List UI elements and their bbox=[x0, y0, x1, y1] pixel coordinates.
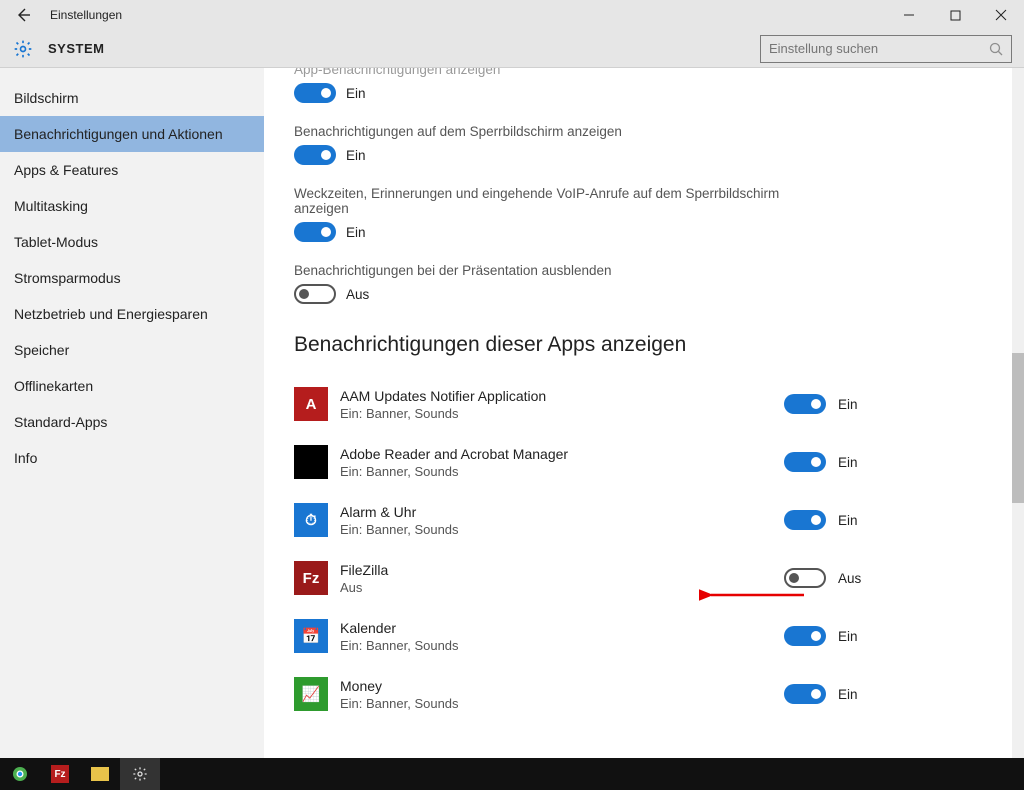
sidebar-item-offlinekarten[interactable]: Offlinekarten bbox=[0, 368, 264, 404]
app-toggle-state: Ein bbox=[838, 513, 858, 528]
gear-icon bbox=[12, 38, 34, 60]
setting-hide-during-presentation: Benachrichtigungen bei der Präsentation … bbox=[294, 263, 814, 307]
app-meta: Adobe Reader and Acrobat Manager Ein: Ban… bbox=[340, 446, 784, 479]
toggle-state: Ein bbox=[346, 86, 366, 101]
app-sub: Ein: Banner, Sounds bbox=[340, 522, 784, 537]
scrollbar-thumb[interactable] bbox=[1012, 353, 1024, 503]
app-toggle-group: Ein bbox=[784, 394, 894, 414]
sidebar-item-apps-features[interactable]: Apps & Features bbox=[0, 152, 264, 188]
app-meta: AAM Updates Notifier Application Ein: Ban… bbox=[340, 388, 784, 421]
app-name: Kalender bbox=[340, 620, 784, 636]
app-name: Adobe Reader and Acrobat Manager bbox=[340, 446, 784, 462]
apps-list: A AAM Updates Notifier Application Ein: Ba… bbox=[294, 375, 1010, 723]
sidebar-item-bildschirm[interactable]: Bildschirm bbox=[0, 80, 264, 116]
app-toggle[interactable] bbox=[784, 568, 826, 588]
app-sub: Ein: Banner, Sounds bbox=[340, 696, 784, 711]
taskbar-explorer[interactable] bbox=[80, 758, 120, 790]
setting-app-notifications: App-Benachrichtigungen anzeigen Ein bbox=[294, 68, 814, 106]
taskbar: Fz bbox=[0, 758, 1024, 790]
sidebar-item-benachrichtigungen[interactable]: Benachrichtigungen und Aktionen bbox=[0, 116, 264, 152]
app-toggle[interactable] bbox=[784, 626, 826, 646]
app-icon: 📈 bbox=[294, 677, 328, 711]
maximize-button[interactable] bbox=[932, 0, 978, 30]
app-meta: Kalender Ein: Banner, Sounds bbox=[340, 620, 784, 653]
app-sub: Ein: Banner, Sounds bbox=[340, 464, 784, 479]
sidebar-item-speicher[interactable]: Speicher bbox=[0, 332, 264, 368]
minimize-button[interactable] bbox=[886, 0, 932, 30]
setting-alarms-lockscreen: Weckzeiten, Erinnerungen und eingehende … bbox=[294, 186, 814, 245]
toggle-hide-during-presentation[interactable] bbox=[294, 284, 336, 304]
app-icon: A bbox=[294, 387, 328, 421]
app-toggle-group: Ein bbox=[784, 510, 894, 530]
app-icon: Fz bbox=[294, 561, 328, 595]
sidebar-item-multitasking[interactable]: Multitasking bbox=[0, 188, 264, 224]
app-icon bbox=[294, 445, 328, 479]
app-toggle[interactable] bbox=[784, 394, 826, 414]
apps-section-title: Benachrichtigungen dieser Apps anzeigen bbox=[294, 333, 1010, 357]
settings-scroll[interactable]: App-Benachrichtigungen anzeigen Ein Bena… bbox=[264, 68, 1010, 758]
app-icon: ⏱ bbox=[294, 503, 328, 537]
app-sub: Ein: Banner, Sounds bbox=[340, 406, 784, 421]
section-name: SYSTEM bbox=[48, 41, 104, 56]
app-toggle-group: Ein bbox=[784, 684, 894, 704]
app-sub: Ein: Banner, Sounds bbox=[340, 638, 784, 653]
sidebar-item-standard-apps[interactable]: Standard-Apps bbox=[0, 404, 264, 440]
app-row[interactable]: A AAM Updates Notifier Application Ein: Ba… bbox=[294, 375, 894, 433]
app-sub: Aus bbox=[340, 580, 784, 595]
search-icon bbox=[989, 42, 1003, 56]
app-toggle[interactable] bbox=[784, 452, 826, 472]
sidebar-item-info[interactable]: Info bbox=[0, 440, 264, 476]
app-toggle-state: Aus bbox=[838, 571, 861, 586]
app-icon: 📅 bbox=[294, 619, 328, 653]
app-toggle-group: Aus bbox=[784, 568, 894, 588]
app-name: Money bbox=[340, 678, 784, 694]
search-input[interactable] bbox=[769, 41, 989, 56]
toggle-alarms-lockscreen[interactable] bbox=[294, 222, 336, 242]
app-toggle[interactable] bbox=[784, 684, 826, 704]
search-box[interactable] bbox=[760, 35, 1012, 63]
app-name: FileZilla bbox=[340, 562, 784, 578]
titlebar: Einstellungen bbox=[0, 0, 1024, 30]
app-toggle[interactable] bbox=[784, 510, 826, 530]
back-button[interactable] bbox=[0, 0, 46, 30]
app-meta: Alarm & Uhr Ein: Banner, Sounds bbox=[340, 504, 784, 537]
toggle-state: Aus bbox=[346, 287, 369, 302]
sidebar-item-netzbetrieb[interactable]: Netzbetrieb und Energiesparen bbox=[0, 296, 264, 332]
body: Bildschirm Benachrichtigungen und Aktion… bbox=[0, 68, 1024, 758]
toggle-app-notifications[interactable] bbox=[294, 83, 336, 103]
close-button[interactable] bbox=[978, 0, 1024, 30]
toggle-state: Ein bbox=[346, 225, 366, 240]
app-meta: Money Ein: Banner, Sounds bbox=[340, 678, 784, 711]
setting-lockscreen-notifications: Benachrichtigungen auf dem Sperrbildschi… bbox=[294, 124, 814, 168]
toggle-state: Ein bbox=[346, 148, 366, 163]
app-toggle-state: Ein bbox=[838, 629, 858, 644]
taskbar-chrome[interactable] bbox=[0, 758, 40, 790]
app-name: AAM Updates Notifier Application bbox=[340, 388, 784, 404]
app-row[interactable]: Fz FileZilla Aus Aus bbox=[294, 549, 894, 607]
app-toggle-state: Ein bbox=[838, 455, 858, 470]
app-row[interactable]: Adobe Reader and Acrobat Manager Ein: Ban… bbox=[294, 433, 894, 491]
app-toggle-state: Ein bbox=[838, 397, 858, 412]
sidebar: Bildschirm Benachrichtigungen und Aktion… bbox=[0, 68, 264, 758]
taskbar-settings[interactable] bbox=[120, 758, 160, 790]
sidebar-item-tablet-modus[interactable]: Tablet-Modus bbox=[0, 224, 264, 260]
app-row[interactable]: ⏱ Alarm & Uhr Ein: Banner, Sounds Ein bbox=[294, 491, 894, 549]
app-toggle-group: Ein bbox=[784, 452, 894, 472]
app-toggle-state: Ein bbox=[838, 687, 858, 702]
app-name: Alarm & Uhr bbox=[340, 504, 784, 520]
app-toggle-group: Ein bbox=[784, 626, 894, 646]
section-header: SYSTEM bbox=[0, 30, 1024, 68]
app-row[interactable]: 📈 Money Ein: Banner, Sounds Ein bbox=[294, 665, 894, 723]
content: App-Benachrichtigungen anzeigen Ein Bena… bbox=[264, 68, 1024, 758]
app-meta: FileZilla Aus bbox=[340, 562, 784, 595]
toggle-lockscreen-notifications[interactable] bbox=[294, 145, 336, 165]
taskbar-filezilla[interactable]: Fz bbox=[40, 758, 80, 790]
window-title: Einstellungen bbox=[46, 8, 122, 22]
sidebar-item-stromsparmodus[interactable]: Stromsparmodus bbox=[0, 260, 264, 296]
app-row[interactable]: 📅 Kalender Ein: Banner, Sounds Ein bbox=[294, 607, 894, 665]
